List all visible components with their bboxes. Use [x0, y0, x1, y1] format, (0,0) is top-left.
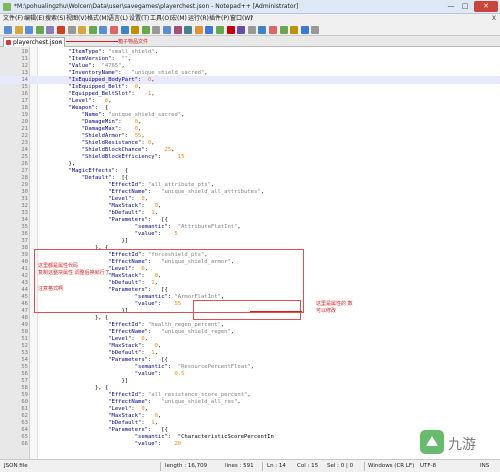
annotation-left-line-1: 这里都是属性代码: [38, 263, 79, 269]
toolbar-button-icon[interactable]: [99, 26, 108, 34]
toolbar: [0, 24, 500, 36]
toolbar-button-icon[interactable]: [78, 26, 87, 34]
tab-annotation-arrow: [66, 41, 118, 42]
toolbar-button-icon[interactable]: [279, 26, 288, 34]
toolbar-button-icon[interactable]: [120, 26, 129, 34]
annotation-value-arrow: [250, 311, 302, 312]
menu-item[interactable]: 插件(P): [209, 14, 229, 24]
toolbar-button-icon[interactable]: [269, 26, 277, 34]
toolbar-button-icon[interactable]: [290, 26, 299, 34]
toolbar-button-icon[interactable]: [194, 26, 203, 34]
tab-close-icon[interactable]: x: [58, 38, 62, 47]
menu-item[interactable]: ?: [250, 14, 253, 24]
status-bar: JSON file length : 16,709 lines : 591 Ln…: [0, 459, 500, 472]
notepad-app-icon: [3, 3, 11, 11]
toolbar-button-icon[interactable]: [152, 26, 161, 34]
toolbar-button-icon[interactable]: [247, 26, 256, 34]
annotation-left-line-3: 注意格式啊: [38, 286, 64, 292]
svg-text:九游: 九游: [448, 437, 476, 453]
toolbar-button-icon[interactable]: [205, 26, 214, 34]
menu-item[interactable]: 搜索(S): [45, 14, 66, 24]
toolbar-button-icon[interactable]: [184, 26, 193, 34]
annotation-right-line-1: 这里是属性的 数: [316, 301, 353, 307]
status-file-type: JSON file: [4, 463, 28, 469]
toolbar-button-icon[interactable]: [163, 26, 171, 34]
menu-item[interactable]: 工具(O): [150, 14, 171, 24]
annotation-value-box: [193, 300, 301, 320]
menu-item[interactable]: 语言(L): [108, 14, 128, 24]
tab-playerchest[interactable]: playerchest.json x: [3, 37, 65, 47]
annotation-right-line-2: 可以修改: [316, 308, 337, 314]
toolbar-button-icon[interactable]: [300, 26, 309, 34]
tab-label: playerchest.json: [13, 39, 63, 46]
window-title: *M:\pohualingzhu\Wolcen\Data\user\savega…: [14, 3, 299, 10]
toolbar-button-icon[interactable]: [88, 26, 97, 34]
watermark-logo: 九游: [420, 430, 476, 454]
menu-item[interactable]: 文件(F): [3, 14, 23, 24]
maximize-button[interactable]: □: [458, 1, 472, 12]
menu-bar: X 文件(F) 编辑(E) 搜索(S) 视图(V) 格式(M) 语言(L) 设置(T) 工具(…: [0, 14, 500, 24]
status-lines: lines : 591: [225, 463, 254, 469]
toolbar-button-icon[interactable]: [4, 26, 12, 34]
toolbar-button-icon[interactable]: [46, 26, 55, 34]
toolbar-button-icon[interactable]: [173, 26, 182, 34]
status-ln: Ln : 14: [267, 463, 286, 469]
toolbar-button-icon[interactable]: [226, 26, 235, 34]
minimize-button[interactable]: —: [444, 1, 458, 12]
title-bar: *M:\pohualingzhu\Wolcen\Data\user\savega…: [0, 0, 500, 14]
toolbar-button-icon[interactable]: [25, 26, 34, 34]
line-number: 66: [21, 441, 28, 447]
toolbar-button-icon[interactable]: [67, 26, 76, 34]
toolbar-button-icon[interactable]: [14, 26, 23, 34]
annotation-left-line-2: 复制这整块属性 调整后换就行了: [38, 270, 110, 276]
toolbar-button-icon[interactable]: [258, 26, 267, 34]
close-button[interactable]: ✕: [474, 1, 498, 12]
close-doc-button[interactable]: X: [492, 14, 496, 24]
code-text: "value": 20: [134, 441, 182, 447]
menu-item[interactable]: 设置(T): [129, 14, 149, 24]
menu-item[interactable]: 视图(V): [66, 14, 87, 24]
status-col: Col : 15: [297, 463, 319, 469]
modified-file-icon: [6, 40, 11, 45]
toolbar-button-icon[interactable]: [141, 26, 150, 34]
toolbar-button-icon[interactable]: [110, 26, 118, 34]
toolbar-button-icon[interactable]: [131, 26, 140, 34]
toolbar-button-icon[interactable]: [35, 26, 44, 34]
status-ins: INS: [480, 463, 490, 469]
status-eol: Windows (CR LF): [368, 463, 415, 469]
menu-item[interactable]: 运行(R): [188, 14, 209, 24]
tab-annotation: 箱子物品文件: [118, 39, 149, 45]
status-sel: Sel : 0 | 0: [327, 463, 354, 469]
menu-item[interactable]: 编辑(E): [24, 14, 44, 24]
status-encoding: UTF-8: [420, 463, 437, 469]
toolbar-button-icon[interactable]: [216, 26, 224, 34]
status-length: length : 16,709: [165, 463, 208, 469]
toolbar-button-icon[interactable]: [57, 26, 65, 34]
toolbar-button-icon[interactable]: [311, 26, 320, 34]
toolbar-button-icon[interactable]: [237, 26, 246, 34]
menu-item[interactable]: 宏(M): [171, 14, 187, 24]
menu-item[interactable]: 格式(M): [87, 14, 109, 24]
